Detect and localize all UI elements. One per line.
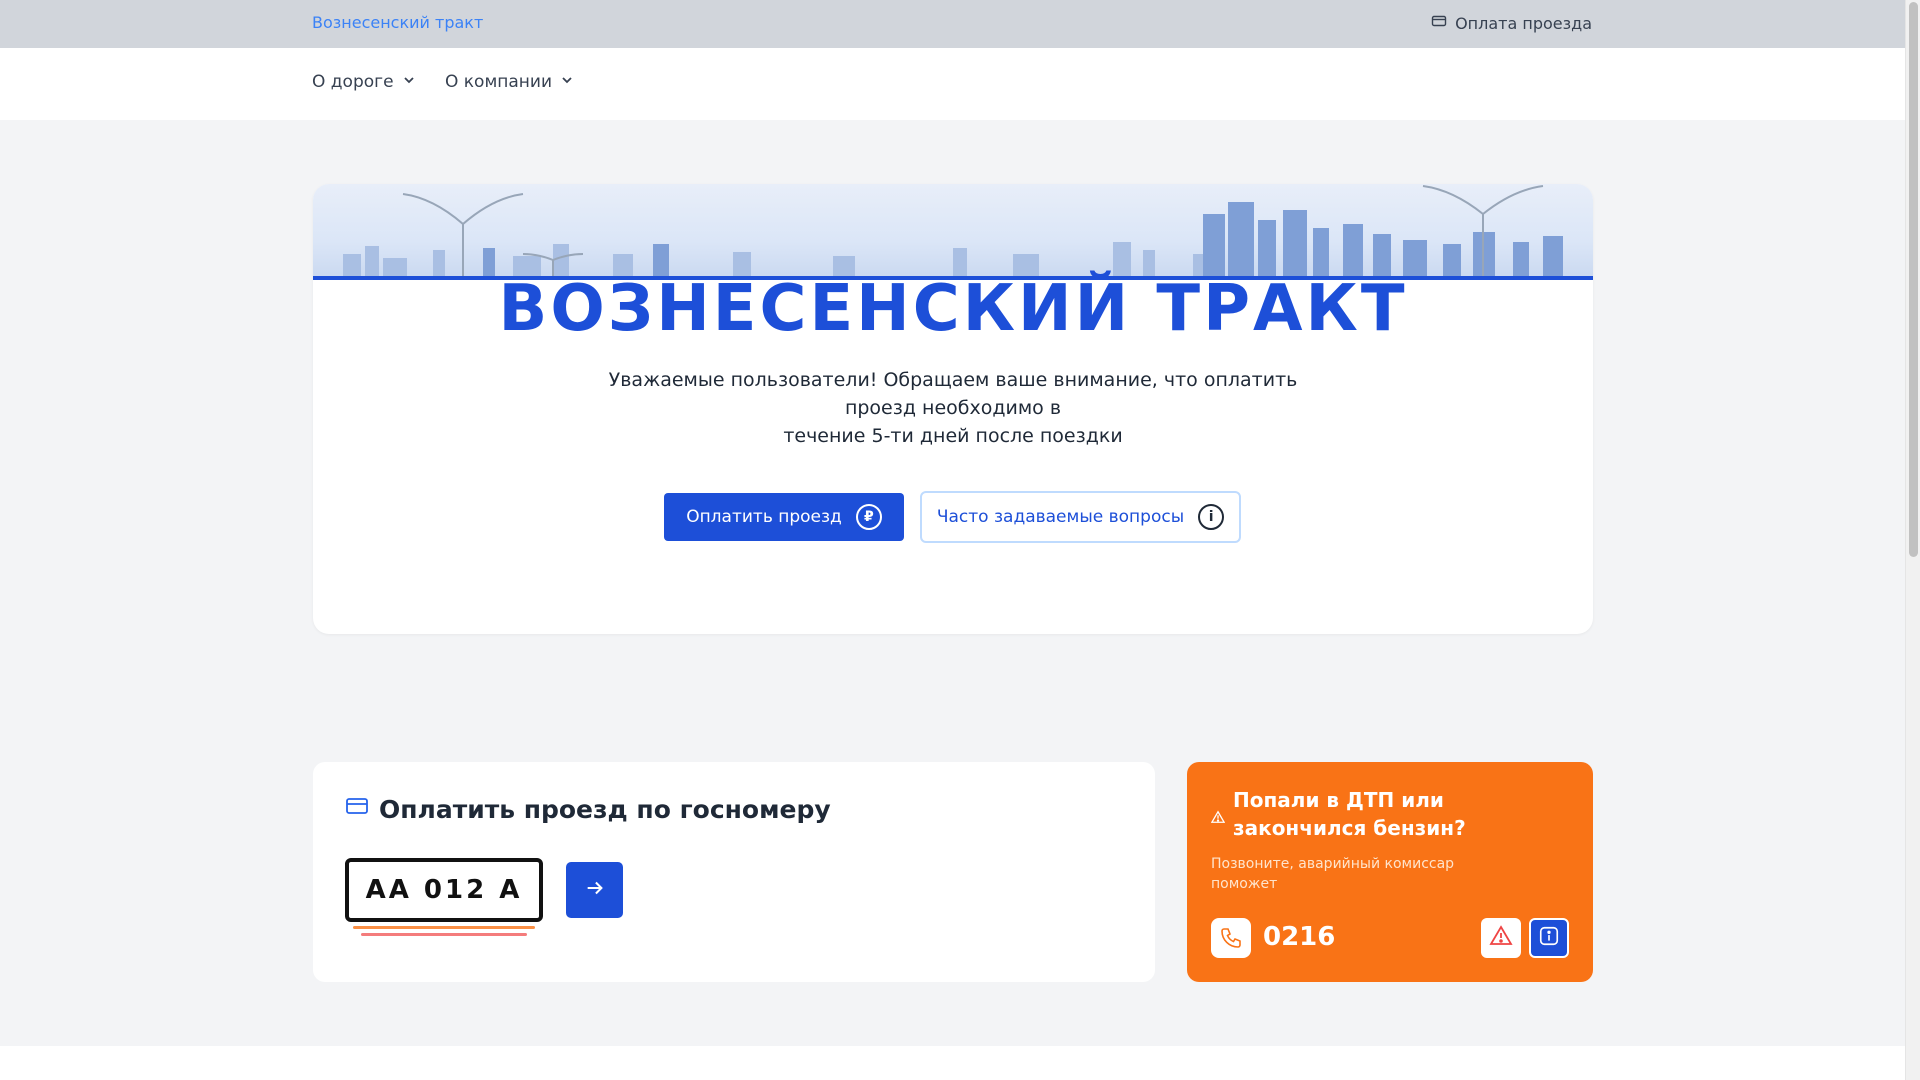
warning-icon bbox=[1489, 924, 1513, 952]
plate-decoration-line bbox=[361, 933, 527, 936]
arrow-right-icon bbox=[584, 877, 606, 903]
credit-card-icon bbox=[1431, 13, 1447, 33]
pay-fare-button-label: Оплатить проезд bbox=[686, 507, 842, 527]
chevron-down-icon bbox=[560, 72, 574, 92]
info-icon bbox=[1538, 925, 1560, 951]
nav-item-label: О дороге bbox=[312, 72, 394, 92]
report-accident-button[interactable] bbox=[1481, 918, 1521, 958]
hero-card: ВОЗНЕСЕНСКИЙ ТРАКТ Уважаемые пользовател… bbox=[313, 184, 1593, 634]
plate-decoration-line bbox=[353, 926, 535, 929]
ruble-icon: ₽ bbox=[855, 504, 882, 530]
pay-fare-button[interactable]: Оплатить проезд ₽ bbox=[664, 493, 904, 541]
page-scrollbar[interactable] bbox=[1905, 0, 1920, 1080]
brand-link[interactable]: Вознесенский тракт bbox=[312, 13, 483, 32]
pay-fare-label: Оплата проезда bbox=[1455, 13, 1592, 33]
nav-item-about-road[interactable]: О дороге bbox=[312, 72, 416, 92]
phone-icon bbox=[1211, 918, 1251, 958]
hero-notice-line2: течение 5-ти дней после поездки bbox=[783, 425, 1123, 447]
scrollbar-thumb[interactable] bbox=[1909, 2, 1918, 557]
main-nav: О дороге О компании bbox=[0, 48, 1905, 120]
warning-icon bbox=[1210, 786, 1226, 842]
pay-fare-link[interactable]: Оплата проезда bbox=[1431, 13, 1592, 33]
hero-notice-line1: Уважаемые пользователи! Обращаем ваше вн… bbox=[608, 369, 1298, 419]
accident-help-card: Попали в ДТП или закончился бензин? Позв… bbox=[1187, 762, 1593, 982]
faq-button-label: Часто задаваемые вопросы bbox=[936, 507, 1185, 527]
plate-card-title-text: Оплатить проезд по госномеру bbox=[379, 794, 831, 824]
top-bar: Вознесенский тракт Оплата проезда bbox=[0, 0, 1905, 48]
plate-card-title: Оплатить проезд по госномеру bbox=[345, 794, 831, 824]
emergency-phone-number[interactable]: 0216 bbox=[1263, 922, 1335, 952]
accident-card-title-text: Попали в ДТП или закончился бензин? bbox=[1233, 788, 1466, 840]
accident-card-subtitle: Позвоните, аварийный комиссар поможет bbox=[1211, 856, 1455, 892]
plate-payment-card: Оплатить проезд по госномеру AA 012 A bbox=[313, 762, 1155, 982]
accident-card-title: Попали в ДТП или закончился бензин? bbox=[1210, 786, 1571, 842]
faq-button[interactable]: Часто задаваемые вопросы i bbox=[920, 491, 1241, 543]
hero-notice: Уважаемые пользователи! Обращаем ваше вн… bbox=[583, 366, 1323, 450]
city-skyline-banner bbox=[313, 184, 1593, 280]
page: Вознесенский тракт Оплата проезда О доро… bbox=[0, 0, 1905, 1080]
hero-title: ВОЗНЕСЕНСКИЙ ТРАКТ bbox=[498, 272, 1408, 346]
accident-info-button[interactable] bbox=[1529, 918, 1569, 958]
plate-number-input[interactable]: AA 012 A bbox=[345, 858, 543, 922]
submit-plate-button[interactable] bbox=[566, 862, 623, 918]
credit-card-icon bbox=[345, 794, 369, 824]
nav-item-about-company[interactable]: О компании bbox=[445, 72, 574, 92]
chevron-down-icon bbox=[402, 72, 416, 92]
footer-edge bbox=[0, 1046, 1905, 1080]
info-icon: i bbox=[1198, 504, 1225, 530]
nav-item-label: О компании bbox=[445, 72, 553, 92]
